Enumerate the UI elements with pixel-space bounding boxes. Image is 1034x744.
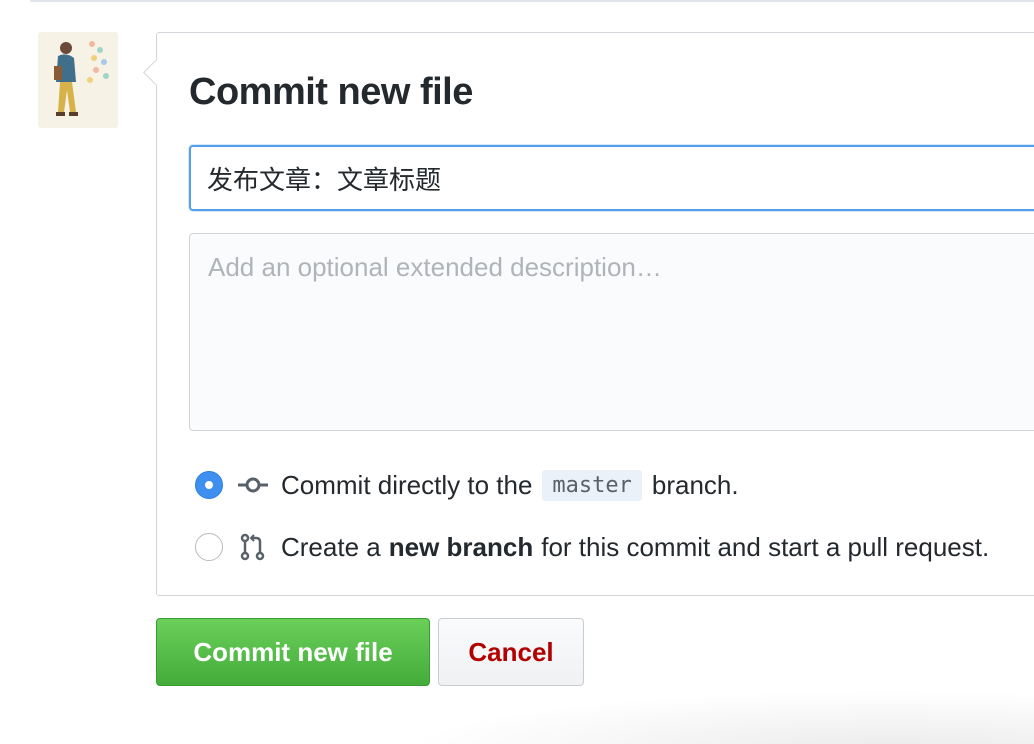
- avatar[interactable]: [38, 32, 118, 128]
- commit-direct-text-before: Commit directly to the: [281, 469, 533, 500]
- commit-description-textarea[interactable]: [189, 233, 1034, 431]
- bottom-shadow: [400, 690, 1034, 744]
- new-branch-text-before: Create a: [281, 531, 381, 562]
- git-pull-request-icon: [237, 533, 269, 561]
- panel-pointer: [143, 59, 170, 86]
- commit-new-file-button[interactable]: Commit new file: [156, 618, 430, 686]
- commit-direct-text-after: branch.: [651, 469, 739, 500]
- user-avatar-illustration-icon: [38, 32, 118, 128]
- new-branch-radio[interactable]: [195, 533, 223, 561]
- commit-title: Commit new file: [189, 71, 473, 113]
- commit-summary-input[interactable]: [189, 145, 1034, 211]
- new-branch-bold-text: new branch: [388, 531, 534, 562]
- new-branch-option[interactable]: Create a new branch for this commit and …: [195, 527, 989, 567]
- top-divider: [30, 0, 1034, 2]
- git-commit-icon: [237, 471, 269, 499]
- branch-name-badge: master: [542, 469, 642, 501]
- new-branch-text-after: for this commit and start a pull request…: [541, 531, 990, 562]
- commit-direct-option[interactable]: Commit directly to the master branch.: [195, 465, 739, 505]
- commit-page: Commit new file Commit directly to the m…: [0, 0, 1034, 744]
- commit-direct-radio[interactable]: [195, 471, 223, 499]
- cancel-button[interactable]: Cancel: [438, 618, 584, 686]
- commit-panel: Commit new file Commit directly to the m…: [143, 32, 1034, 596]
